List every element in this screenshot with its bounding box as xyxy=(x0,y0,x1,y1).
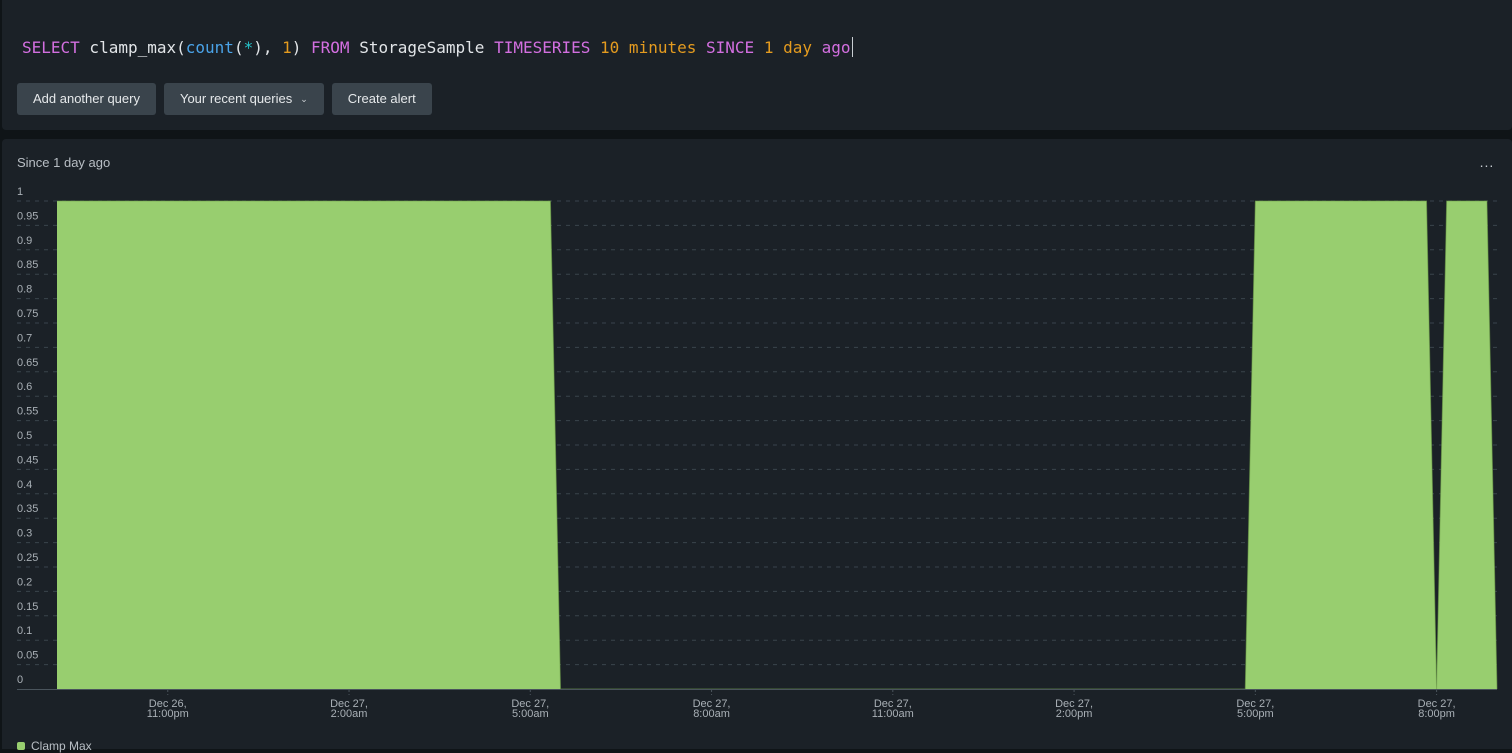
query-token-plain: clamp_max( xyxy=(79,38,186,57)
x-tick-label: 8:00pm xyxy=(1418,708,1455,720)
y-tick-label: 0.35 xyxy=(17,503,38,515)
query-token-kw: SELECT xyxy=(22,38,80,57)
query-token-plain xyxy=(812,38,822,57)
y-tick-label: 0.85 xyxy=(17,259,38,271)
chart-legend: Clamp Max xyxy=(17,739,92,753)
y-tick-label: 0 xyxy=(17,674,23,686)
query-token-star: * xyxy=(243,38,254,57)
create-alert-label: Create alert xyxy=(347,91,416,106)
chart-panel: Since 1 day ago ... 1 0.95 0.9 0.85 0.8 0.75 0… xyxy=(2,139,1512,753)
x-tick-label: 11:00pm xyxy=(147,708,189,720)
x-tick-label: 11:00am xyxy=(872,708,914,720)
recent-queries-dropdown[interactable]: Your recent queries ⌄ xyxy=(163,83,324,115)
chevron-down-icon: ⌄ xyxy=(300,94,308,104)
series-area xyxy=(57,201,1498,689)
y-tick-label: 0.2 xyxy=(17,576,32,588)
x-tick-label: 5:00am xyxy=(512,708,549,720)
query-token-plain: ) xyxy=(291,38,312,57)
query-token-kw: ago xyxy=(821,38,851,57)
query-token-num: 1 day xyxy=(763,38,812,57)
text-cursor xyxy=(851,37,853,57)
y-tick-label: 0.4 xyxy=(17,479,32,491)
y-tick-label: 1 xyxy=(17,186,23,198)
y-tick-label: 0.6 xyxy=(17,381,32,393)
area-chart: 10.950.90.850.80.750.70.650.60.550.50.45… xyxy=(17,186,1498,720)
add-another-query-button[interactable]: Add another query xyxy=(17,83,156,115)
query-token-plain: StorageSample xyxy=(349,38,495,57)
query-token-num: 1 xyxy=(282,38,292,57)
query-token-kw: TIMESERIES xyxy=(494,38,591,57)
y-tick-label: 0.95 xyxy=(17,210,38,222)
nrql-query-input[interactable]: SELECT clamp_max(count(*), 1) FROM Stora… xyxy=(22,37,853,59)
query-token-plain: ), xyxy=(253,38,283,57)
y-tick-label: 0.3 xyxy=(17,528,32,540)
x-tick-label: 8:00am xyxy=(693,708,730,720)
y-tick-label: 0.55 xyxy=(17,406,38,418)
add-another-query-label: Add another query xyxy=(33,91,140,106)
x-tick-label: 2:00pm xyxy=(1056,708,1093,720)
y-tick-label: 0.9 xyxy=(17,235,32,247)
x-tick-label: 2:00am xyxy=(331,708,368,720)
y-tick-label: 0.15 xyxy=(17,601,38,613)
query-token-num: 10 minutes xyxy=(600,38,697,57)
create-alert-button[interactable]: Create alert xyxy=(331,83,432,115)
query-token-plain: ( xyxy=(233,38,244,57)
x-tick-label: 5:00pm xyxy=(1237,708,1274,720)
y-tick-label: 0.8 xyxy=(17,284,32,296)
y-tick-label: 0.65 xyxy=(17,357,38,369)
query-token-plain xyxy=(590,38,600,57)
y-tick-label: 0.7 xyxy=(17,332,32,344)
query-token-plain xyxy=(754,38,764,57)
query-token-plain xyxy=(696,38,706,57)
recent-queries-label: Your recent queries xyxy=(179,91,293,106)
query-token-fn: count xyxy=(185,38,234,57)
y-tick-label: 0.1 xyxy=(17,625,32,637)
query-panel: SELECT clamp_max(count(*), 1) FROM Stora… xyxy=(2,0,1512,130)
query-token-kw: SINCE xyxy=(706,38,755,57)
legend-swatch xyxy=(17,742,25,750)
y-tick-label: 0.25 xyxy=(17,552,38,564)
y-tick-label: 0.75 xyxy=(17,308,38,320)
y-tick-label: 0.05 xyxy=(17,650,38,662)
legend-label[interactable]: Clamp Max xyxy=(31,739,92,753)
y-tick-label: 0.5 xyxy=(17,430,32,442)
query-token-kw: FROM xyxy=(311,38,350,57)
query-toolbar: Add another query Your recent queries ⌄ … xyxy=(17,83,432,115)
y-tick-label: 0.45 xyxy=(17,454,38,466)
